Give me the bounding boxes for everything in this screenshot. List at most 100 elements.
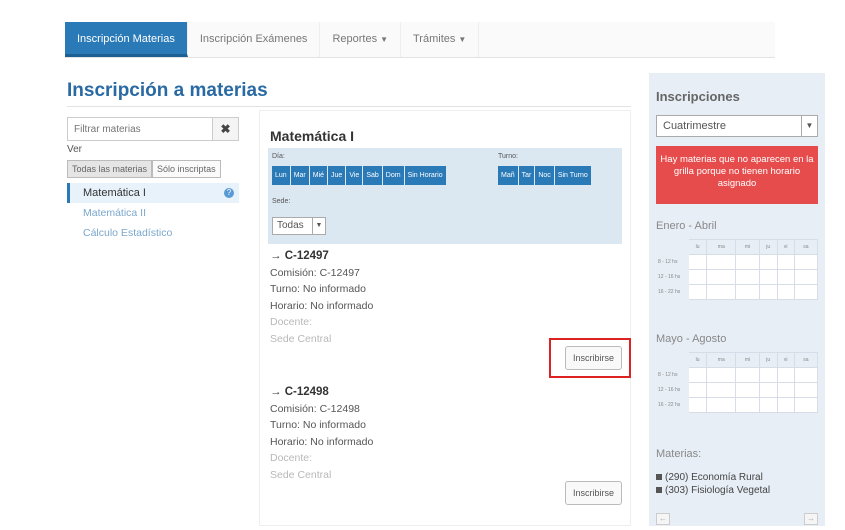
comision-docente: Docente:	[270, 316, 313, 328]
period-select[interactable]: Cuatrimestre ▼	[656, 115, 818, 137]
ver-label: Ver	[67, 144, 83, 155]
turno-chips: Mañ Tar Noc Sin Turno	[498, 166, 591, 185]
materia-item-matematica-2[interactable]: Matemática II	[67, 203, 239, 223]
materia-item-matematica-1[interactable]: Matemática I?	[67, 183, 239, 203]
dia-chip-mie[interactable]: Mié	[309, 166, 328, 185]
grid-day: vi	[776, 352, 795, 368]
turno-chip-sin-turno[interactable]: Sin Turno	[554, 166, 591, 185]
grid-cell	[706, 254, 737, 270]
help-icon[interactable]: ?	[224, 188, 234, 198]
square-icon	[656, 474, 662, 480]
chevron-down-icon: ▼	[380, 35, 388, 44]
grid-title-mayo-agosto: Mayo - Agosto	[656, 333, 727, 345]
inscribirse-button[interactable]: Inscribirse	[565, 481, 623, 505]
grid-cell	[793, 254, 819, 270]
materias-title: Materias:	[656, 448, 702, 460]
grid-row-label: 8 - 12 hs	[656, 367, 689, 383]
grid-cell	[735, 284, 760, 300]
comision-header: → C-12498	[270, 386, 329, 398]
comision-turno: Turno: No informado	[270, 283, 366, 295]
clear-filter-icon[interactable]: ✖	[212, 118, 238, 140]
corner-cell	[656, 352, 689, 368]
grid-day: ma	[706, 352, 737, 368]
grid-row-label: 8 - 12 hs	[656, 254, 689, 270]
chevron-down-icon: ▼	[458, 35, 467, 44]
grid-cell	[735, 382, 760, 398]
corner-cell	[656, 239, 689, 255]
period-value: Cuatrimestre	[663, 120, 726, 132]
comision-docente: Docente:	[270, 452, 313, 464]
grid-cell	[706, 284, 737, 300]
grid-cell	[776, 284, 795, 300]
grid-day: mi	[735, 239, 760, 255]
highlight-box	[549, 338, 631, 378]
sede-select[interactable]: Todas ▼	[272, 217, 326, 235]
tab-tramites[interactable]: Trámites ▼	[401, 22, 480, 57]
materia-item-calculo-estadistico[interactable]: Cálculo Estadístico	[67, 223, 239, 243]
todas-materias-button[interactable]: Todas las materias	[67, 160, 153, 178]
dia-chip-dom[interactable]: Dom	[382, 166, 404, 185]
grid-cell	[706, 269, 737, 285]
grid-cell	[758, 367, 778, 383]
dia-chip-sab[interactable]: Sab	[363, 166, 382, 185]
grid-cell	[735, 269, 760, 285]
top-nav: Inscripción Materias Inscripción Exámene…	[65, 22, 775, 58]
grid-row-label: 12 - 16 hs	[656, 382, 689, 398]
grid-cell	[776, 269, 795, 285]
grid-cell	[735, 397, 760, 413]
tab-inscripcion-materias[interactable]: Inscripción Materias	[65, 22, 188, 57]
tab-reportes[interactable]: Reportes ▼	[320, 22, 401, 57]
grid-cell	[706, 367, 737, 383]
filters-panel: Día: Lun Mar Mié Jue Vie Sab Dom Sin Hor…	[268, 148, 622, 244]
materias-list: Matemática I? Matemática II Cálculo Esta…	[67, 183, 239, 243]
grid-cell	[776, 254, 795, 270]
grid-cell	[687, 397, 708, 413]
grid-title-enero-abril: Enero - Abril	[656, 220, 717, 232]
solo-inscriptas-button[interactable]: Sólo inscriptas	[152, 160, 221, 178]
inscripciones-sidebar: Inscripciones Cuatrimestre ▼ Hay materias…	[649, 73, 825, 526]
grid-cell	[758, 397, 778, 413]
tab-inscripcion-examenes[interactable]: Inscripción Exámenes	[188, 22, 321, 57]
materia-entry: (303) Fisiología Vegetal	[656, 484, 770, 497]
square-icon	[656, 487, 662, 493]
dia-chip-vie[interactable]: Vie	[346, 166, 363, 185]
dia-chips: Lun Mar Mié Jue Vie Sab Dom Sin Horario	[272, 166, 446, 185]
turno-chip-noc[interactable]: Noc	[535, 166, 554, 185]
grid-cell	[687, 254, 708, 270]
grid-cell	[735, 367, 760, 383]
grid-cell	[687, 269, 708, 285]
view-toggle: Todas las materias Sólo inscriptas	[67, 160, 221, 178]
grid-cell	[706, 382, 737, 398]
prev-arrow-icon[interactable]: ←	[656, 513, 670, 525]
materia-panel: Matemática I Día: Lun Mar Mié Jue Vie Sa…	[259, 110, 631, 526]
comision-horario: Horario: No informado	[270, 299, 374, 312]
dia-chip-mar[interactable]: Mar	[290, 166, 309, 185]
grid-cell	[735, 254, 760, 270]
chevron-down-icon: ▼	[312, 218, 325, 234]
comision-code: Comisión: C-12498	[270, 402, 360, 415]
tab-tramites-label: Trámites	[413, 33, 456, 45]
grid-row-label: 16 - 22 hs	[656, 397, 689, 413]
comision-horario: Horario: No informado	[270, 435, 374, 448]
grid-day: lu	[687, 239, 708, 255]
filter-box: ✖	[67, 117, 239, 141]
dia-chip-jue[interactable]: Jue	[328, 166, 346, 185]
dia-chip-lun[interactable]: Lun	[272, 166, 290, 185]
grid-cell	[687, 284, 708, 300]
grid-cell	[793, 269, 819, 285]
grid-cell	[793, 397, 819, 413]
materia-entry-label: (290) Economía Rural	[665, 472, 763, 483]
grid-cell	[776, 367, 795, 383]
tab-reportes-label: Reportes	[332, 33, 378, 45]
sede-label: Sede:	[272, 198, 291, 205]
comision-header: → C-12497	[270, 250, 329, 262]
turno-chip-tar[interactable]: Tar	[518, 166, 535, 185]
grid-cell	[758, 269, 778, 285]
turno-chip-man[interactable]: Mañ	[498, 166, 518, 185]
filter-materias-input[interactable]	[68, 118, 212, 140]
dia-chip-sin-horario[interactable]: Sin Horario	[404, 166, 446, 185]
grid-day: ju	[758, 239, 778, 255]
grid-cell	[793, 367, 819, 383]
next-arrow-icon[interactable]: →	[804, 513, 818, 525]
grid-day: sa	[793, 352, 819, 368]
